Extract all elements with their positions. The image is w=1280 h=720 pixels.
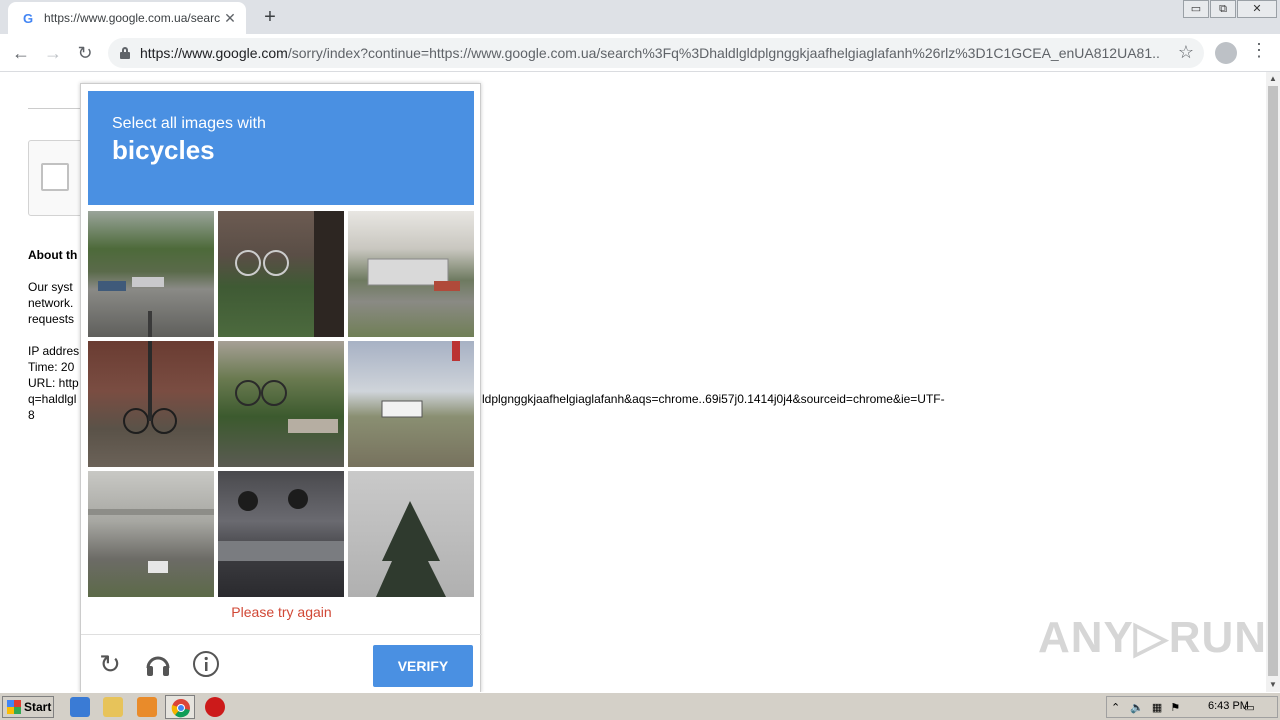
scroll-thumb[interactable] <box>1268 86 1278 676</box>
taskbar-clock: 6:43 PM <box>1208 700 1249 712</box>
image-tile[interactable] <box>348 211 474 337</box>
reload-icon[interactable]: ↻ <box>72 40 98 66</box>
ie-icon[interactable] <box>70 697 90 717</box>
image-tile[interactable] <box>218 471 344 597</box>
challenge-footer: ↻ VERIFY <box>81 634 482 694</box>
screen: G https://www.google.com.ua/search?q=hal… <box>0 0 1280 720</box>
recaptcha-challenge: Select all images with bicycles Please t… <box>80 83 482 694</box>
profile-avatar-icon[interactable] <box>1215 42 1237 64</box>
verify-button[interactable]: VERIFY <box>373 645 473 687</box>
image-tile[interactable] <box>88 341 214 467</box>
browser-tab[interactable]: G https://www.google.com.ua/search?q=hal… <box>8 2 246 34</box>
url-text: https://www.google.com/sorry/index?conti… <box>140 45 1160 61</box>
scroll-down-icon[interactable]: ▼ <box>1266 678 1280 692</box>
vertical-scrollbar[interactable]: ▲ ▼ <box>1266 72 1280 692</box>
window-controls: ▭ ⧉ ✕ <box>1182 0 1277 18</box>
menu-dots-icon[interactable]: ⋮ <box>1250 40 1268 61</box>
paragraph-2: IP addres Time: 20 URL: http q=haldlgl 8 <box>28 344 80 422</box>
scroll-up-icon[interactable]: ▲ <box>1266 72 1280 86</box>
network-icon[interactable]: ▦ <box>1152 701 1162 714</box>
divider <box>28 108 88 109</box>
volume-icon[interactable]: 🔈 <box>1130 701 1144 714</box>
recaptcha-checkbox[interactable] <box>41 163 69 191</box>
image-tile[interactable] <box>348 471 474 597</box>
image-tile[interactable] <box>218 341 344 467</box>
window-close-button[interactable]: ✕ <box>1237 0 1277 18</box>
image-tile[interactable] <box>218 211 344 337</box>
start-button[interactable]: Start <box>2 696 54 718</box>
tab-close-icon[interactable]: ✕ <box>222 10 238 27</box>
system-tray: ⌃ 🔈 ▦ ⚑ ▭ <box>1106 696 1278 718</box>
tray-expand-icon[interactable]: ⌃ <box>1111 701 1120 714</box>
challenge-instruction: Select all images with <box>112 115 266 132</box>
tab-bar: G https://www.google.com.ua/search?q=hal… <box>0 0 1280 34</box>
lock-icon[interactable] <box>120 47 130 59</box>
restore-button[interactable]: ⧉ <box>1210 0 1236 18</box>
challenge-object: bicycles <box>112 135 215 165</box>
info-icon[interactable] <box>191 649 221 679</box>
chrome-taskbar-button[interactable] <box>165 695 195 719</box>
address-bar[interactable]: https://www.google.com/sorry/index?conti… <box>108 38 1204 68</box>
forward-arrow-icon[interactable]: → <box>40 40 66 66</box>
opera-icon[interactable] <box>205 697 225 717</box>
reload-challenge-icon[interactable]: ↻ <box>95 649 125 679</box>
back-arrow-icon[interactable]: ← <box>8 40 34 66</box>
url-continuation-text: ldplgnggkjaafhelgiaglafanh&aqs=chrome..6… <box>482 392 945 406</box>
minimize-button[interactable]: ▭ <box>1183 0 1209 18</box>
image-tile[interactable] <box>348 341 474 467</box>
about-heading: About th <box>28 248 78 262</box>
bookmark-star-icon[interactable]: ☆ <box>1178 42 1194 63</box>
image-tile[interactable] <box>88 471 214 597</box>
windows-logo-icon <box>7 700 21 714</box>
action-center-flag-icon[interactable]: ⚑ <box>1170 701 1180 714</box>
audio-challenge-icon[interactable] <box>143 649 173 679</box>
tab-title: https://www.google.com.ua/search?q=haldl… <box>44 11 220 25</box>
google-favicon-icon: G <box>22 10 34 26</box>
taskbar: Start ⌃ 🔈 ▦ ⚑ ▭ <box>0 692 1280 720</box>
new-tab-button[interactable]: + <box>258 6 282 30</box>
challenge-header: Select all images with bicycles <box>88 91 474 205</box>
browser-toolbar: ← → ↻ https://www.google.com/sorry/index… <box>0 34 1280 72</box>
error-message: Please try again <box>231 604 332 620</box>
paragraph-1: Our syst network. requests <box>28 280 75 326</box>
image-tile[interactable] <box>88 211 214 337</box>
explorer-folder-icon[interactable] <box>103 697 123 717</box>
anyrun-watermark: ANY▷RUN <box>1038 613 1268 662</box>
media-player-icon[interactable] <box>137 697 157 717</box>
image-grid <box>88 211 474 597</box>
